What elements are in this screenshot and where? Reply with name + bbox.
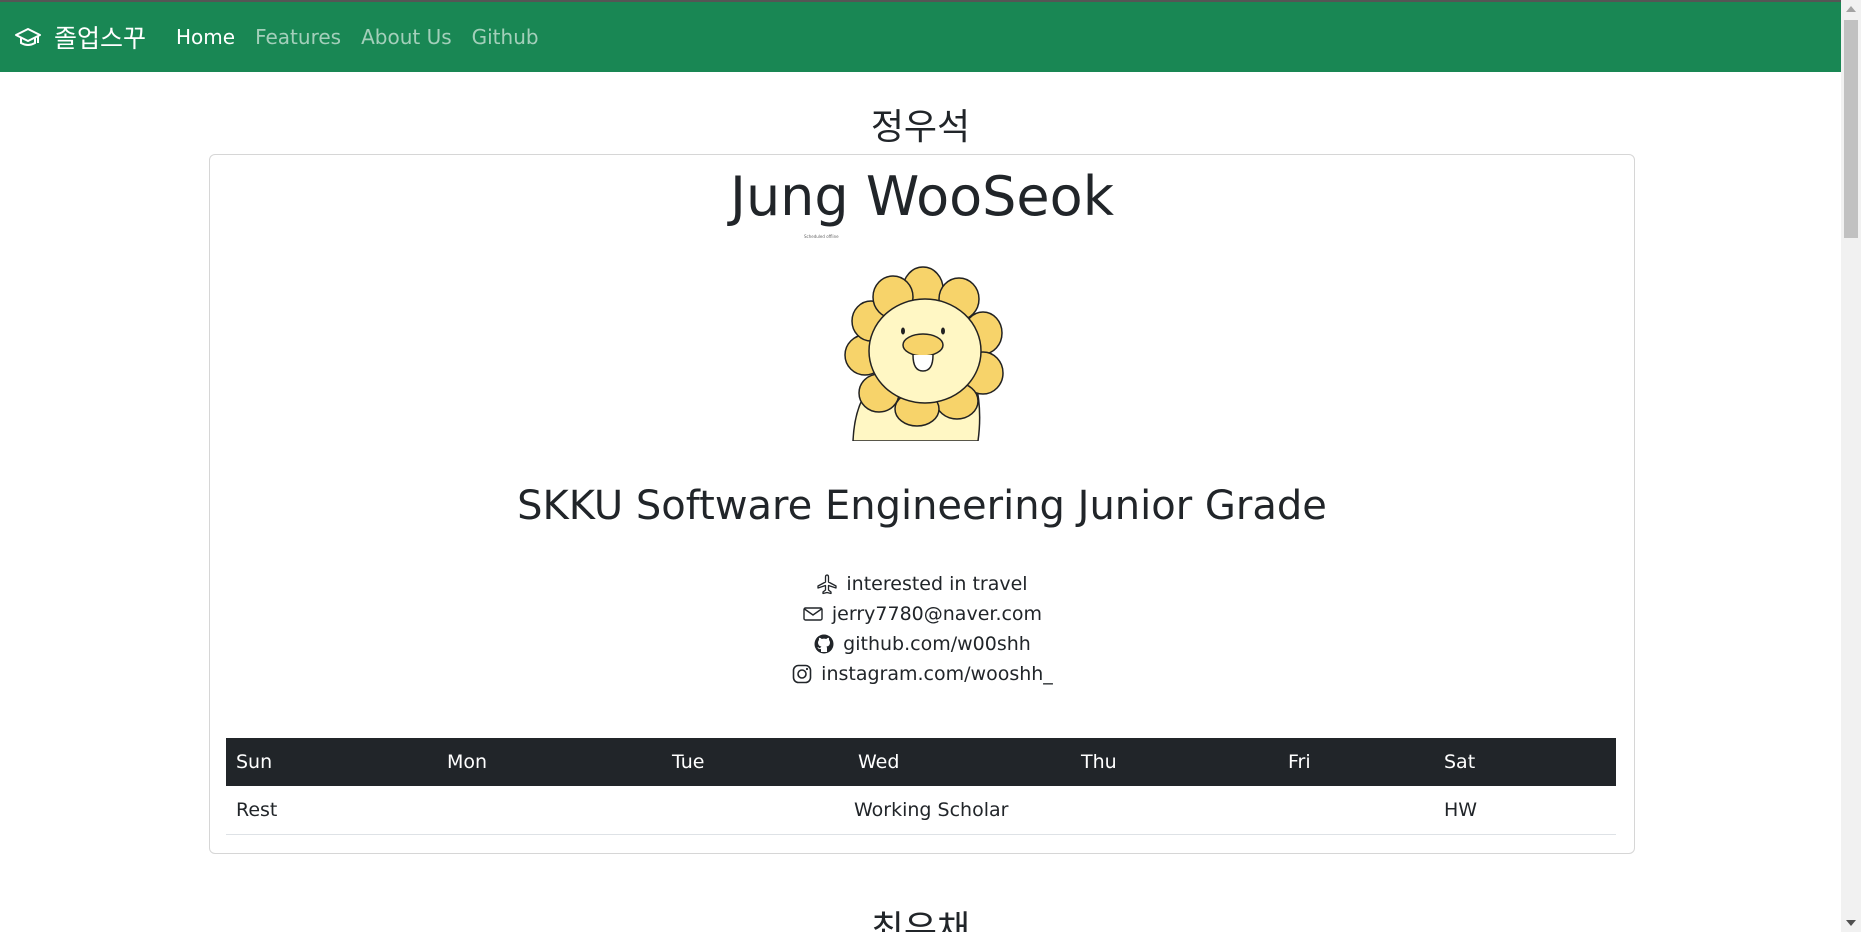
envelope-icon bbox=[802, 603, 824, 625]
vertical-scrollbar[interactable] bbox=[1841, 0, 1861, 932]
scroll-down-arrow-icon[interactable] bbox=[1841, 914, 1861, 932]
airplane-icon bbox=[816, 573, 838, 595]
nav-home[interactable]: Home bbox=[176, 25, 235, 49]
tiny-caption: Scheduled offline bbox=[804, 234, 839, 239]
graduation-cap-icon bbox=[14, 26, 42, 48]
table-row: Rest Working Scholar HW bbox=[226, 786, 1616, 835]
brand-text: 졸업스꾸 bbox=[54, 24, 147, 53]
schedule-header-sat: Sat bbox=[1434, 738, 1616, 786]
schedule-cell-tue bbox=[662, 786, 848, 835]
profile-card: Jung WooSeok Scheduled offline SKKU Soft… bbox=[209, 154, 1635, 854]
instagram-icon bbox=[791, 663, 813, 685]
brand-link[interactable]: 졸업스꾸 bbox=[14, 19, 146, 55]
info-github-text: github.com/w00shh bbox=[843, 633, 1031, 655]
scroll-thumb[interactable] bbox=[1844, 20, 1858, 238]
section-title: 정우석 bbox=[870, 107, 971, 148]
next-section-title: 최유채 bbox=[870, 909, 971, 932]
avatar bbox=[833, 255, 1013, 442]
scroll-up-arrow-icon[interactable] bbox=[1841, 0, 1861, 18]
profile-subtitle: SKKU Software Engineering Junior Grade bbox=[517, 483, 1327, 529]
schedule-cell-sun: Rest bbox=[226, 786, 437, 835]
schedule-header-tue: Tue bbox=[662, 738, 848, 786]
nav-github[interactable]: Github bbox=[472, 25, 539, 49]
github-icon bbox=[813, 633, 835, 655]
info-github: github.com/w00shh bbox=[210, 629, 1634, 659]
schedule-cell-wed: Working Scholar bbox=[848, 786, 1278, 835]
info-list: interested in travel jerry7780@naver.com bbox=[210, 569, 1634, 689]
schedule-header-row: Sun Mon Tue Wed Thu Fri Sat bbox=[226, 738, 1616, 786]
schedule-header-fri: Fri bbox=[1278, 738, 1434, 786]
schedule-header-sun: Sun bbox=[226, 738, 437, 786]
schedule-cell-fri bbox=[1278, 786, 1434, 835]
schedule-header-wed: Wed bbox=[848, 738, 1071, 786]
info-email: jerry7780@naver.com bbox=[210, 599, 1634, 629]
schedule-cell-mon bbox=[437, 786, 662, 835]
schedule-header-mon: Mon bbox=[437, 738, 662, 786]
schedule-cell-sat: HW bbox=[1434, 786, 1616, 835]
navbar: 졸업스꾸 Home Features About Us Github bbox=[0, 0, 1841, 72]
info-travel-text: interested in travel bbox=[846, 573, 1028, 595]
info-instagram: instagram.com/wooshh_ bbox=[210, 659, 1634, 689]
info-instagram-text: instagram.com/wooshh_ bbox=[821, 663, 1053, 685]
nav-features[interactable]: Features bbox=[255, 25, 341, 49]
info-email-text: jerry7780@naver.com bbox=[831, 603, 1043, 625]
nav-about-us[interactable]: About Us bbox=[361, 25, 452, 49]
schedule-header-thu: Thu bbox=[1071, 738, 1278, 786]
person-name: Jung WooSeok bbox=[730, 165, 1114, 228]
schedule-table: Sun Mon Tue Wed Thu Fri Sat Rest Working… bbox=[226, 738, 1616, 835]
info-travel: interested in travel bbox=[210, 569, 1634, 599]
page: 졸업스꾸 Home Features About Us Github 정우석 J… bbox=[0, 0, 1861, 932]
